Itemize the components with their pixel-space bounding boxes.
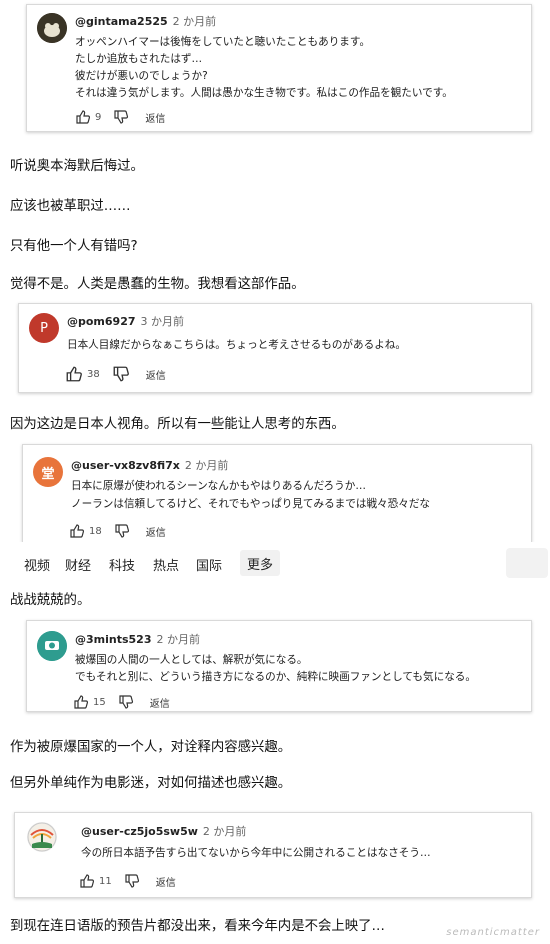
comment-time: 2 か月前	[156, 633, 200, 646]
thumbs-up-icon[interactable]	[73, 694, 89, 710]
reply-button[interactable]: 返信	[146, 524, 166, 539]
thumbs-up-icon[interactable]	[79, 873, 95, 889]
comment-line: それは違う気がします。人間は愚かな生き物です。私はこの作品を観たいです。	[75, 87, 453, 99]
translation-text: 听说奥本海默后悔过。	[10, 159, 144, 174]
thumbs-down-icon[interactable]	[112, 365, 130, 383]
thumbs-down-icon[interactable]	[113, 109, 129, 125]
landscape-avatar-icon	[27, 822, 57, 852]
comment-actions: 38 返信	[65, 365, 166, 383]
translation-text: 应该也被革职过……	[10, 199, 131, 214]
comment-time: 2 か月前	[184, 459, 229, 472]
comment-line: 被爆国の人間の一人としては、解釈が気になる。	[75, 654, 308, 666]
avatar[interactable]	[37, 13, 67, 43]
watermark: semanticmatter	[446, 927, 540, 938]
nav-item-video[interactable]: 视频	[24, 555, 50, 574]
comment-author[interactable]: @3mints523 2 か月前	[75, 631, 200, 647]
comment-line: 日本に原爆が使われるシーンなんかもやはりあるんだろうか…	[71, 480, 366, 492]
comment-line: 今の所日本語予告すら出てないから今年中に公開されることはなさそう…	[81, 847, 431, 859]
comment-line: でもそれと別に、どういう描き方になるのか、純粋に映画ファンとしても気になる。	[75, 671, 476, 683]
avatar[interactable]	[37, 631, 67, 661]
comment-actions: 9 返信	[75, 109, 165, 125]
like-count: 11	[99, 875, 112, 887]
thumbs-up-icon[interactable]	[75, 109, 91, 125]
comment-card-pom: P @pom6927 3 か月前 日本人目線だからなぁこちらは。ちょっと考えさせる…	[18, 303, 532, 393]
comment-card-user-vx: 堂 @user-vx8zv8fi7x 2 か月前 日本に原爆が使われるシーンなんか…	[22, 444, 532, 542]
reply-button[interactable]: 返信	[146, 367, 166, 382]
nav-search-box[interactable]	[506, 548, 548, 578]
like-count: 18	[89, 525, 102, 537]
comment-card-3mints: @3mints523 2 か月前 被爆国の人間の一人としては、解釈が気になる。 で…	[26, 620, 532, 712]
comment-actions: 15 返信	[73, 694, 170, 710]
category-nav-bar: 视频 财经 科技 热点 国际 更多	[0, 542, 550, 584]
comment-author[interactable]: @gintama2525 2 か月前	[75, 13, 216, 29]
translation-text: 只有他一个人有错吗?	[10, 239, 138, 254]
thumbs-down-icon[interactable]	[118, 694, 134, 710]
comment-line: オッペンハイマーは後悔をしていたと聴いたこともあります。	[75, 36, 371, 48]
comment-author[interactable]: @pom6927 3 か月前	[67, 313, 184, 329]
like-count: 38	[87, 368, 100, 380]
translation-text: 但另外单纯作为电影迷，对如何描述也感兴趣。	[10, 776, 292, 791]
avatar[interactable]: 堂	[33, 457, 63, 487]
thumbs-up-icon[interactable]	[65, 365, 83, 383]
like-count: 15	[93, 696, 106, 708]
comment-time: 3 か月前	[140, 315, 185, 328]
comment-line: たしか追放もされたはず…	[75, 53, 203, 65]
cat-avatar-icon	[37, 13, 67, 43]
like-count: 9	[95, 111, 102, 123]
reply-button[interactable]: 返信	[150, 695, 170, 710]
thumbs-up-icon[interactable]	[69, 523, 85, 539]
camera-avatar-icon	[37, 631, 67, 661]
avatar-letter: P	[40, 320, 48, 336]
comment-author[interactable]: @user-vx8zv8fi7x 2 か月前	[71, 457, 228, 473]
comment-line: ノーランは信頼してるけど、それでもやっぱり見てみるまでは戦々恐々だな	[71, 498, 431, 510]
comment-author[interactable]: @user-cz5jo5sw5w 2 か月前	[81, 823, 246, 839]
translation-text: 战战兢兢的。	[10, 593, 91, 608]
translation-text: 到现在连日语版的预告片都没出来，看来今年内是不会上映了…	[10, 919, 385, 934]
translation-text: 觉得不是。人类是愚蠢的生物。我想看这部作品。	[10, 277, 305, 292]
nav-item-finance[interactable]: 财经	[65, 555, 91, 574]
comment-line: 日本人目線だからなぁこちらは。ちょっと考えさせるものがあるよね。	[67, 339, 406, 351]
comment-actions: 11 返信	[79, 873, 176, 889]
avatar[interactable]	[27, 822, 57, 852]
thumbs-down-icon[interactable]	[114, 523, 130, 539]
translation-text: 作为被原爆国家的一个人，对诠释内容感兴趣。	[10, 740, 292, 755]
nav-more-button[interactable]: 更多	[240, 550, 280, 576]
comment-time: 2 か月前	[172, 15, 217, 28]
avatar-letter: 堂	[41, 466, 55, 482]
nav-item-international[interactable]: 国际	[196, 555, 222, 574]
comment-line: 彼だけが悪いのでしょうか?	[75, 70, 208, 82]
comment-card-gintama: @gintama2525 2 か月前 オッペンハイマーは後悔をしていたと聴いたこと…	[26, 4, 532, 132]
comment-actions: 18 返信	[69, 523, 166, 539]
comment-card-user-cz5: @user-cz5jo5sw5w 2 か月前 今の所日本語予告すら出てないから今年…	[14, 812, 532, 898]
nav-item-hot[interactable]: 热点	[153, 555, 179, 574]
thumbs-down-icon[interactable]	[124, 873, 140, 889]
reply-button[interactable]: 返信	[145, 110, 165, 125]
reply-button[interactable]: 返信	[156, 874, 176, 889]
avatar[interactable]: P	[29, 313, 59, 343]
nav-item-tech[interactable]: 科技	[109, 555, 135, 574]
comment-time: 2 か月前	[202, 825, 247, 838]
translation-text: 因为这边是日本人视角。所以有一些能让人思考的东西。	[10, 417, 345, 432]
